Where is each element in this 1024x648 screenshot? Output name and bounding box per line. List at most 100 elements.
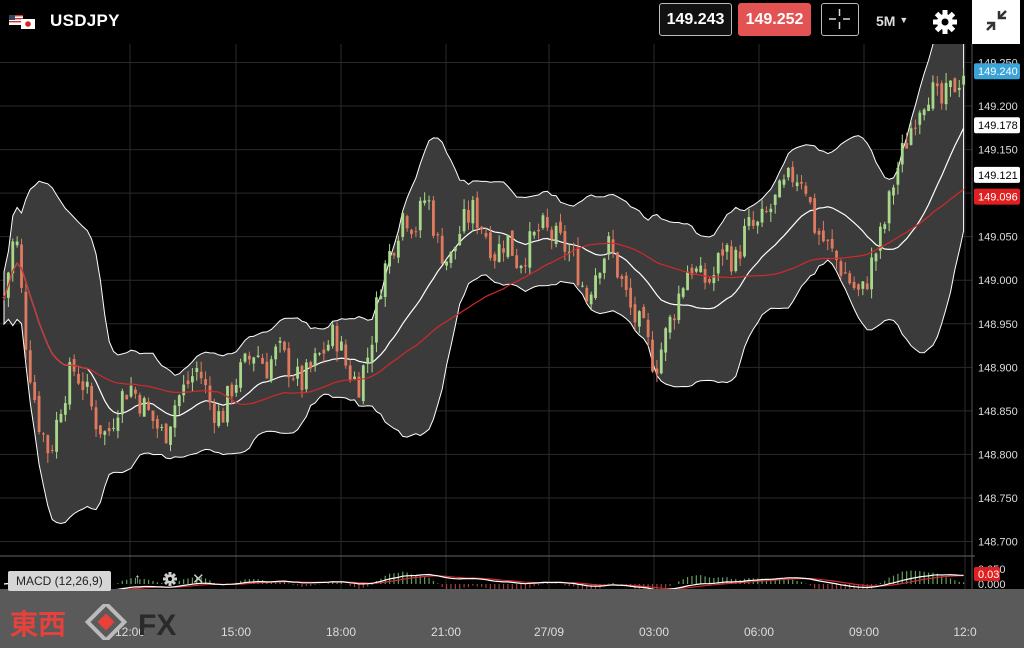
price-marker: 149.121 — [974, 166, 1020, 183]
candle-body — [589, 294, 593, 305]
candle-body — [116, 417, 120, 431]
price-tick-label: 148.750 — [978, 493, 1018, 505]
candle-body — [751, 219, 755, 226]
candle-body — [274, 346, 278, 360]
interval-label: 5M — [876, 13, 896, 29]
candle-body — [353, 376, 356, 380]
candle-body — [900, 143, 904, 165]
candle-body — [957, 87, 961, 90]
candle-body — [226, 386, 229, 423]
candle-body — [107, 428, 111, 432]
candle-body — [379, 295, 383, 299]
candle-body — [99, 425, 102, 435]
macd-indicator-label[interactable]: MACD (12,26,9) — [8, 571, 111, 591]
candle-body — [935, 83, 939, 87]
logo-text-left: 東西 — [10, 608, 66, 640]
candle-body — [826, 239, 830, 241]
candle-body — [366, 357, 370, 364]
candle-body — [642, 306, 646, 318]
crosshair-button[interactable] — [821, 3, 859, 36]
symbol-title[interactable]: USDJPY — [50, 11, 120, 31]
candle-body — [68, 362, 72, 405]
candle-body — [449, 251, 453, 263]
candle-body — [340, 341, 343, 351]
candle-body — [77, 373, 80, 384]
candle-body — [383, 263, 387, 297]
candle-body — [694, 268, 698, 272]
candle-body — [602, 258, 606, 273]
candle-body — [410, 229, 413, 235]
price-chart[interactable]: 149.250149.200149.150149.100149.050149.0… — [0, 44, 1024, 648]
candle-body — [646, 319, 650, 338]
candle-body — [659, 349, 663, 374]
exit-fullscreen-button[interactable] — [972, 0, 1020, 44]
candle-body — [182, 384, 186, 396]
candle-body — [247, 355, 251, 360]
candle-body — [651, 339, 654, 372]
candle-body — [432, 200, 435, 236]
candle-body — [191, 376, 194, 383]
price-tick-label: 148.950 — [978, 319, 1018, 331]
candle-body — [576, 247, 580, 286]
candle-body — [129, 385, 133, 397]
candle-body — [405, 216, 409, 229]
candle-body — [103, 431, 107, 435]
ask-price-button[interactable]: 149.252 — [738, 3, 811, 36]
svg-text:149.240: 149.240 — [978, 66, 1018, 78]
candle-body — [370, 344, 374, 363]
candle-body — [734, 249, 738, 271]
candle-body — [230, 384, 234, 397]
candle-body — [537, 229, 540, 232]
candle-body — [896, 167, 900, 185]
gear-icon[interactable] — [162, 571, 178, 587]
candle-body — [594, 275, 597, 298]
candle-body — [822, 230, 825, 242]
candle-body — [291, 378, 295, 380]
candle-body — [686, 271, 689, 291]
candle-body — [480, 226, 484, 230]
candle-body — [361, 365, 365, 402]
candle-body — [944, 82, 948, 105]
candle-body — [563, 231, 567, 252]
candle-body — [484, 232, 488, 237]
candle-body — [186, 380, 190, 385]
candle-body — [725, 245, 729, 252]
candle-body — [721, 249, 725, 256]
candle-body — [528, 231, 532, 268]
candle-body — [33, 382, 37, 401]
candle-body — [541, 215, 545, 228]
candle-body — [269, 359, 273, 381]
candle-body — [940, 83, 944, 104]
candle-body — [506, 234, 510, 257]
bid-price-button[interactable]: 149.243 — [659, 3, 732, 36]
candle-body — [414, 231, 418, 233]
candle-body — [322, 349, 326, 354]
candle-body — [699, 265, 703, 273]
candle-body — [138, 395, 142, 414]
close-icon[interactable]: ✕ — [192, 570, 206, 590]
candle-body — [677, 293, 681, 321]
price-tick-label: 148.800 — [978, 449, 1018, 461]
candle-body — [708, 279, 711, 283]
minimize-arrows-icon — [986, 10, 1007, 31]
candle-body — [760, 208, 764, 223]
candle-body — [50, 449, 54, 451]
toolbar: USDJPY 149.243 149.252 5M ▼ — [0, 0, 1024, 44]
candle-body — [817, 230, 821, 235]
candle-body — [208, 385, 212, 403]
candle-body — [550, 229, 554, 240]
candle-body — [497, 244, 501, 262]
macd-value-marker: 0.03 — [974, 567, 1000, 581]
arrow-up-icon[interactable]: ↑ — [134, 570, 150, 590]
candle-body — [633, 304, 637, 323]
candle-body — [396, 240, 400, 258]
candle-body — [427, 200, 431, 202]
interval-dropdown[interactable]: 5M ▼ — [876, 13, 908, 29]
candle-body — [756, 221, 760, 226]
candle-body — [857, 284, 860, 290]
gear-icon[interactable] — [931, 8, 959, 36]
candle-body — [931, 82, 935, 109]
candle-body — [112, 427, 115, 429]
candle-body — [778, 180, 781, 198]
candle-body — [673, 318, 676, 321]
